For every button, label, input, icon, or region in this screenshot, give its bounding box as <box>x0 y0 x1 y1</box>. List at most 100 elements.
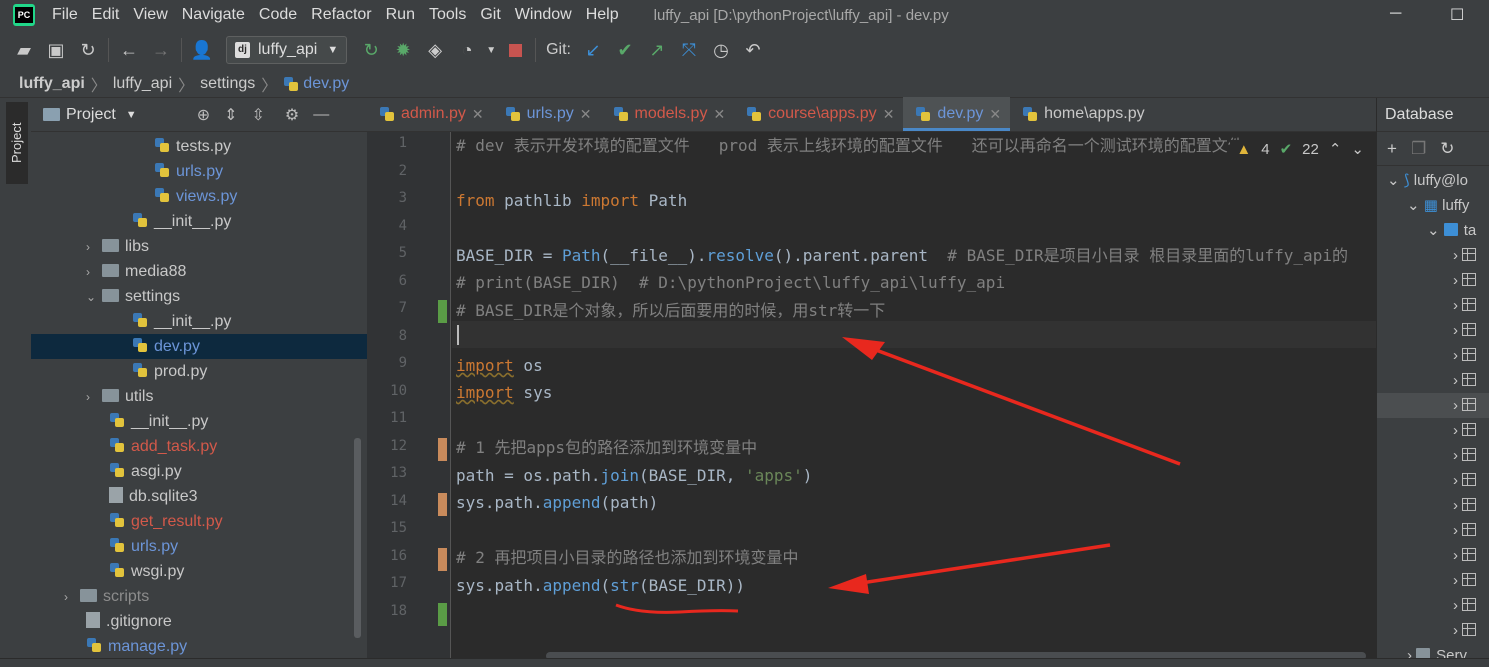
tree-item[interactable]: tests.py <box>31 134 231 159</box>
tab-admin[interactable]: admin.py ✕ <box>367 97 493 131</box>
db-table-item[interactable]: › <box>1453 568 1477 593</box>
menu-edit[interactable]: Edit <box>85 0 127 30</box>
tree-item[interactable]: urls.py <box>31 534 178 559</box>
project-panel-title[interactable]: Project <box>66 106 116 124</box>
breadcrumb-item[interactable]: dev.py <box>303 75 349 93</box>
tree-item[interactable]: db.sqlite3 <box>31 484 198 509</box>
db-table-item[interactable]: › <box>1453 493 1477 518</box>
git-history-clock-icon[interactable]: ◷ <box>705 34 737 66</box>
db-table-item[interactable]: › <box>1453 593 1477 618</box>
tree-item[interactable]: ⌄ settings <box>31 284 180 309</box>
db-table-item[interactable]: › <box>1453 543 1477 568</box>
menu-run[interactable]: Run <box>379 0 422 30</box>
profile-icon[interactable]: ◔ <box>451 34 483 66</box>
tab-models[interactable]: models.py ✕ <box>601 97 735 131</box>
tree-item[interactable]: manage.py <box>31 634 187 659</box>
tree-item[interactable]: › scripts <box>31 584 149 609</box>
breadcrumb-item[interactable]: luffy_api <box>19 75 85 93</box>
breadcrumb-item[interactable]: luffy_api <box>113 75 172 93</box>
tree-item[interactable]: __init__.py <box>31 309 231 334</box>
db-table-item[interactable]: › <box>1453 418 1477 443</box>
db-table-item[interactable]: › <box>1453 318 1477 343</box>
breadcrumb-item[interactable]: settings <box>200 75 255 93</box>
chevron-down-icon[interactable]: ⌄ <box>86 285 102 310</box>
stop-icon[interactable] <box>499 34 531 66</box>
save-all-icon[interactable]: ▣ <box>40 34 72 66</box>
db-table-item[interactable]: › <box>1453 618 1477 643</box>
git-merge-icon[interactable]: ⤧ <box>673 34 705 66</box>
menu-code[interactable]: Code <box>252 0 304 30</box>
gear-icon[interactable]: ⚙ <box>285 105 299 125</box>
git-update-icon[interactable]: ↙ <box>577 34 609 66</box>
code-text[interactable]: # dev 表示开发环境的配置文件 prod 表示上线环境的配置文件 还可以再命… <box>456 132 1376 658</box>
locate-target-icon[interactable]: ⊕ <box>197 105 210 125</box>
close-icon[interactable]: ✕ <box>989 106 1001 123</box>
debug-bug-icon[interactable]: ✹ <box>387 34 419 66</box>
sync-icon[interactable]: ↻ <box>72 34 104 66</box>
tab-dev[interactable]: dev.py ✕ <box>903 97 1011 131</box>
back-arrow-icon[interactable]: ← <box>113 34 145 66</box>
tree-item[interactable]: add_task.py <box>31 434 217 459</box>
tree-item[interactable]: get_result.py <box>31 509 223 534</box>
chevron-right-icon[interactable]: › <box>86 235 102 260</box>
tree-item[interactable]: wsgi.py <box>31 559 184 584</box>
db-connection[interactable]: ⌄ ⟆ luffy@lo <box>1387 168 1468 193</box>
tree-item[interactable]: prod.py <box>31 359 207 384</box>
menu-navigate[interactable]: Navigate <box>175 0 252 30</box>
tree-item[interactable]: .gitignore <box>31 609 172 634</box>
coverage-shield-icon[interactable]: ◈ <box>419 34 451 66</box>
db-table-item[interactable]: › <box>1453 468 1477 493</box>
db-table-item[interactable]: › <box>1453 343 1477 368</box>
chevron-down-icon[interactable]: ▼ <box>126 109 137 121</box>
tree-item[interactable]: __init__.py <box>31 209 231 234</box>
tree-item[interactable]: › libs <box>31 234 149 259</box>
vcs-change-marker[interactable] <box>438 492 447 516</box>
db-table-item[interactable]: › <box>1453 243 1477 268</box>
tab-urls[interactable]: urls.py ✕ <box>493 97 601 131</box>
db-table-item[interactable]: › <box>1377 393 1489 418</box>
minimize-button[interactable]: ─ <box>1390 5 1401 23</box>
run-configuration-select[interactable]: dj luffy_api ▼ <box>226 36 348 64</box>
db-schema[interactable]: ⌄ ▦ luffy <box>1407 193 1469 218</box>
menu-refactor[interactable]: Refactor <box>304 0 378 30</box>
next-highlight-icon[interactable]: ⌄ <box>1351 140 1364 158</box>
user-config-icon[interactable]: 👤 <box>186 34 218 66</box>
close-icon[interactable]: ✕ <box>713 106 725 123</box>
vcs-change-marker[interactable] <box>438 602 447 626</box>
db-table-item[interactable]: › <box>1453 268 1477 293</box>
tree-item[interactable]: › utils <box>31 384 153 409</box>
tree-item[interactable]: › media88 <box>31 259 186 284</box>
tree-item[interactable]: urls.py <box>31 159 223 184</box>
expand-all-icon[interactable]: ⇕ <box>224 105 237 125</box>
db-table-item[interactable]: › <box>1453 368 1477 393</box>
git-commit-check-icon[interactable]: ✔ <box>609 34 641 66</box>
db-table-item[interactable]: › <box>1453 293 1477 318</box>
chevron-right-icon[interactable]: › <box>64 585 80 610</box>
rerun-icon[interactable]: ↻ <box>355 34 387 66</box>
menu-window[interactable]: Window <box>508 0 579 30</box>
close-icon[interactable]: ✕ <box>472 106 484 123</box>
inspection-widget[interactable]: ▲ 4 ✔ 22 ⌃ ⌄ <box>1230 140 1364 158</box>
tab-course-apps[interactable]: course\apps.py ✕ <box>734 97 903 131</box>
menu-git[interactable]: Git <box>473 0 507 30</box>
collapse-all-icon[interactable]: ⇳ <box>252 105 265 125</box>
menu-view[interactable]: View <box>126 0 174 30</box>
menu-help[interactable]: Help <box>579 0 626 30</box>
chevron-right-icon[interactable]: › <box>86 260 102 285</box>
tab-home-apps[interactable]: home\apps.py <box>1010 97 1154 131</box>
db-table-item[interactable]: › <box>1453 443 1477 468</box>
git-push-icon[interactable]: ↗ <box>641 34 673 66</box>
vcs-change-marker[interactable] <box>438 547 447 571</box>
db-tables-folder[interactable]: ⌄ ta <box>1427 218 1476 243</box>
menu-file[interactable]: File <box>45 0 85 30</box>
copy-icon[interactable]: ❐ <box>1411 139 1426 159</box>
db-table-item[interactable]: › <box>1453 518 1477 543</box>
git-rollback-icon[interactable]: ↶ <box>737 34 769 66</box>
add-icon[interactable]: + <box>1387 139 1397 159</box>
menu-tools[interactable]: Tools <box>422 0 473 30</box>
close-icon[interactable]: ✕ <box>580 106 592 123</box>
tree-item[interactable]: asgi.py <box>31 459 182 484</box>
forward-arrow-icon[interactable]: → <box>145 34 177 66</box>
project-tool-tab[interactable]: Project <box>6 102 28 184</box>
chevron-right-icon[interactable]: › <box>86 385 102 410</box>
